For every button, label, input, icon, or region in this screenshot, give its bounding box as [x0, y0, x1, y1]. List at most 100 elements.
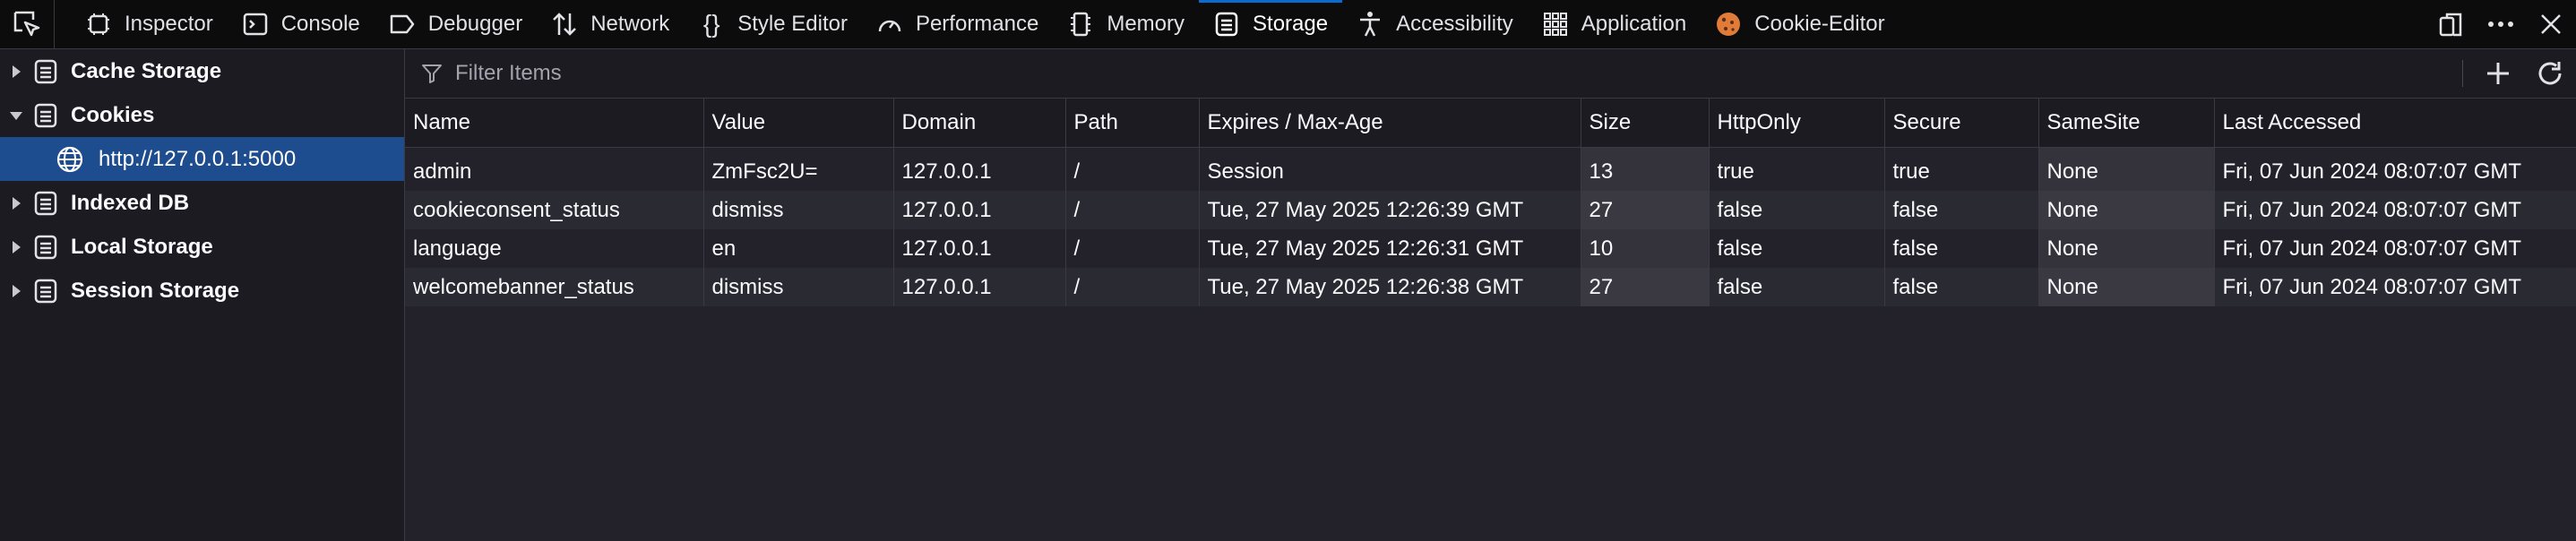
chevron-right-icon[interactable] — [3, 240, 30, 254]
filter-bar — [405, 49, 2576, 99]
tab-application[interactable]: Application — [1528, 0, 1701, 48]
tab-label: Accessibility — [1396, 12, 1513, 36]
table-row[interactable]: welcomebanner_status dismiss 127.0.0.1 /… — [405, 268, 2576, 306]
sidebar-item-label: http://127.0.0.1:5000 — [99, 146, 297, 171]
column-header-path[interactable]: Path — [1065, 99, 1200, 148]
style-editor-icon: {} — [702, 10, 720, 38]
chevron-right-icon[interactable] — [3, 64, 30, 79]
refresh-button[interactable] — [2524, 49, 2576, 98]
storage-icon — [33, 57, 60, 86]
column-header-expires[interactable]: Expires / Max-Age — [1199, 99, 1581, 148]
performance-icon — [876, 11, 903, 38]
tab-style-editor[interactable]: {} Style Editor — [684, 0, 862, 48]
sidebar-item-cookie-origin[interactable]: http://127.0.0.1:5000 — [0, 137, 404, 181]
column-header-name[interactable]: Name — [405, 99, 704, 148]
cell-secure: false — [1884, 229, 2039, 268]
add-item-button[interactable] — [2472, 49, 2524, 98]
cell-httponly: false — [1709, 191, 1885, 229]
table-row[interactable]: cookieconsent_status dismiss 127.0.0.1 /… — [405, 191, 2576, 229]
tab-console[interactable]: Console — [228, 0, 375, 48]
chevron-down-icon[interactable] — [3, 110, 30, 121]
tab-label: Network — [590, 12, 670, 36]
cell-expires: Tue, 27 May 2025 12:26:39 GMT — [1199, 191, 1581, 229]
column-header-secure[interactable]: Secure — [1884, 99, 2039, 148]
cell-last-accessed: Fri, 07 Jun 2024 08:07:07 GMT — [2214, 191, 2576, 229]
cell-samesite: None — [2038, 268, 2215, 306]
storage-icon — [33, 101, 60, 130]
console-icon — [242, 11, 269, 38]
tab-debugger[interactable]: Debugger — [375, 0, 537, 48]
filter-items-input[interactable] — [453, 60, 2159, 87]
cell-secure: false — [1884, 268, 2039, 306]
close-devtools-button[interactable] — [2526, 0, 2576, 48]
table-row[interactable]: admin ZmFsc2U= 127.0.0.1 / Session 13 tr… — [405, 147, 2576, 191]
application-icon — [1542, 11, 1569, 38]
tab-storage[interactable]: Storage — [1199, 0, 1343, 48]
column-header-last-accessed[interactable]: Last Accessed — [2214, 99, 2576, 148]
cookie-table-panel: Name Value Domain Path Expires / Max-Age… — [405, 49, 2576, 541]
table-row[interactable]: language en 127.0.0.1 / Tue, 27 May 2025… — [405, 229, 2576, 268]
cell-domain: 127.0.0.1 — [893, 229, 1066, 268]
memory-icon — [1067, 11, 1094, 38]
dock-icon — [2439, 13, 2462, 37]
tab-label: Application — [1581, 12, 1687, 36]
tab-label: Console — [280, 12, 360, 36]
tab-label: Cookie-Editor — [1754, 12, 1885, 36]
cell-secure: false — [1884, 191, 2039, 229]
cell-last-accessed: Fri, 07 Jun 2024 08:07:07 GMT — [2214, 147, 2576, 191]
toolbar-right-controls — [2425, 0, 2576, 48]
table-header-row: Name Value Domain Path Expires / Max-Age… — [405, 99, 2576, 148]
cell-httponly: true — [1709, 147, 1885, 191]
debugger-icon — [389, 11, 416, 38]
tab-label: Debugger — [427, 12, 523, 36]
dock-button[interactable] — [2425, 0, 2476, 48]
cell-path: / — [1065, 268, 1200, 306]
cell-secure: true — [1884, 147, 2039, 191]
cell-size: 27 — [1581, 191, 1710, 229]
sidebar-item-indexed-db[interactable]: Indexed DB — [0, 181, 404, 225]
column-header-domain[interactable]: Domain — [893, 99, 1066, 148]
cell-size: 27 — [1581, 268, 1710, 306]
cell-samesite: None — [2038, 191, 2215, 229]
tab-label: Performance — [915, 12, 1039, 36]
sidebar-item-cache-storage[interactable]: Cache Storage — [0, 49, 404, 93]
tab-label: Memory — [1107, 12, 1185, 36]
cell-size: 10 — [1581, 229, 1710, 268]
cell-expires: Tue, 27 May 2025 12:26:31 GMT — [1199, 229, 1581, 268]
cell-name: admin — [405, 147, 704, 191]
cell-httponly: false — [1709, 229, 1885, 268]
cell-value: en — [703, 229, 894, 268]
sidebar-item-local-storage[interactable]: Local Storage — [0, 225, 404, 269]
tab-label: Storage — [1253, 12, 1329, 36]
cell-samesite: None — [2038, 147, 2215, 191]
sidebar-item-cookies[interactable]: Cookies — [0, 93, 404, 137]
column-header-size[interactable]: Size — [1581, 99, 1710, 148]
cell-domain: 127.0.0.1 — [893, 147, 1066, 191]
more-options-button[interactable] — [2476, 0, 2526, 48]
accessibility-icon — [1357, 11, 1383, 38]
tab-accessibility[interactable]: Accessibility — [1342, 0, 1528, 48]
cookies-table: Name Value Domain Path Expires / Max-Age… — [405, 99, 2576, 306]
tab-cookie-editor[interactable]: Cookie-Editor — [1701, 0, 1899, 48]
column-header-value[interactable]: Value — [703, 99, 894, 148]
cell-path: / — [1065, 229, 1200, 268]
element-picker-button[interactable] — [0, 0, 55, 48]
cell-size: 13 — [1581, 147, 1710, 191]
sidebar-item-label: Session Storage — [71, 278, 240, 303]
sidebar-item-session-storage[interactable]: Session Storage — [0, 269, 404, 313]
cell-path: / — [1065, 147, 1200, 191]
tab-performance[interactable]: Performance — [862, 0, 1053, 48]
tab-memory[interactable]: Memory — [1053, 0, 1199, 48]
sidebar-item-label: Indexed DB — [71, 190, 190, 215]
chevron-right-icon[interactable] — [3, 284, 30, 298]
column-header-samesite[interactable]: SameSite — [2038, 99, 2215, 148]
storage-icon — [33, 189, 60, 218]
filter-bar-actions — [2462, 49, 2576, 98]
column-header-httponly[interactable]: HttpOnly — [1709, 99, 1885, 148]
cell-name: language — [405, 229, 704, 268]
storage-sidebar: Cache Storage Cookies http://127.0.0.1:5… — [0, 49, 405, 541]
tab-inspector[interactable]: Inspector — [71, 0, 228, 48]
tab-network[interactable]: Network — [537, 0, 684, 48]
chevron-right-icon[interactable] — [3, 196, 30, 210]
devtools-toolbar: Inspector Console Debugger Network {} St… — [0, 0, 2576, 49]
